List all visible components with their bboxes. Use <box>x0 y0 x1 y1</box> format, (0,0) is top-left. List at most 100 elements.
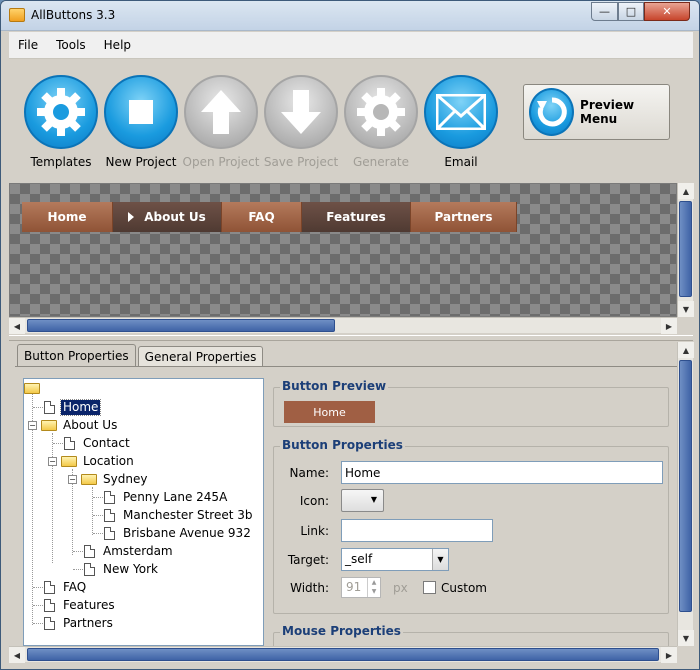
toolbar: Templates New Project Open Project Save … <box>9 60 693 182</box>
file-icon <box>44 580 55 594</box>
tree-node-manchester-street[interactable]: Manchester Street 3b <box>104 506 255 524</box>
scroll-left-arrow[interactable]: ◀ <box>9 647 25 663</box>
tab-general-properties[interactable]: General Properties <box>137 346 264 366</box>
tree-node-root[interactable] <box>24 379 44 397</box>
file-icon <box>84 544 95 558</box>
save-project-button[interactable]: Save Project <box>261 75 341 169</box>
menu-bar: File Tools Help <box>9 32 693 59</box>
tree-node-amsterdam[interactable]: Amsterdam <box>84 542 175 560</box>
app-icon <box>9 8 25 22</box>
collapse-toggle[interactable]: − <box>48 456 57 466</box>
properties-vertical-scrollbar[interactable]: ▲ ▼ <box>677 342 694 646</box>
minimize-button[interactable]: — <box>591 2 618 21</box>
preview-menu-about-us[interactable]: About Us <box>113 202 222 232</box>
tree-node-label: Contact <box>83 435 130 450</box>
tree-node-label: Features <box>63 597 115 612</box>
tree-node-label: New York <box>103 561 158 576</box>
preview-menu-features[interactable]: Features <box>302 202 411 232</box>
preview-menu-button[interactable]: Preview Menu <box>523 84 670 140</box>
scroll-right-arrow[interactable]: ▶ <box>661 318 677 334</box>
button-preview-swatch: Home <box>284 401 375 423</box>
tree-node-home[interactable]: Home <box>44 398 102 416</box>
properties-horizontal-scrollbar[interactable]: ◀ ▶ <box>9 646 677 663</box>
gear-icon <box>344 75 418 149</box>
maximize-button[interactable]: □ <box>618 2 644 21</box>
file-icon <box>104 508 115 522</box>
scroll-thumb[interactable] <box>679 360 692 612</box>
collapse-toggle[interactable]: − <box>28 420 37 430</box>
width-unit: px <box>393 581 408 595</box>
menu-file[interactable]: File <box>9 38 47 52</box>
button-preview-title: Button Preview <box>280 379 389 393</box>
title-bar: AllButtons 3.3 — □ ✕ <box>1 1 699 31</box>
window-title: AllButtons 3.3 <box>31 8 116 22</box>
refresh-icon <box>529 88 575 136</box>
tree-node-location[interactable]: − Location <box>48 452 136 470</box>
menu-help[interactable]: Help <box>95 38 140 52</box>
preview-menu-faq-label: FAQ <box>248 210 275 224</box>
arrow-up-icon <box>184 75 258 149</box>
new-project-label: New Project <box>105 155 177 169</box>
tree-node-faq[interactable]: FAQ <box>44 578 88 596</box>
tree-node-new-york[interactable]: New York <box>84 560 160 578</box>
scroll-down-arrow[interactable]: ▼ <box>678 301 694 317</box>
scroll-thumb[interactable] <box>679 201 692 297</box>
tree-line <box>93 497 103 498</box>
close-button[interactable]: ✕ <box>644 2 690 21</box>
name-input[interactable] <box>341 461 663 484</box>
link-label: Link: <box>300 524 329 538</box>
scroll-thumb[interactable] <box>27 319 335 332</box>
stepper-arrows-icon: ▲ ▼ <box>367 578 380 597</box>
scroll-down-arrow[interactable]: ▼ <box>678 630 694 646</box>
app-window: AllButtons 3.3 — □ ✕ File Tools Help Tem… <box>0 0 700 670</box>
preview-menu-home[interactable]: Home <box>22 202 113 232</box>
tree-node-about-us[interactable]: − About Us <box>28 416 119 434</box>
pane-splitter[interactable] <box>9 335 693 341</box>
custom-checkbox[interactable] <box>423 581 436 594</box>
preview-menu-features-label: Features <box>326 210 386 224</box>
preview-menu-partners-label: Partners <box>434 210 493 224</box>
templates-button[interactable]: Templates <box>21 75 101 169</box>
file-icon <box>84 562 95 576</box>
scroll-up-arrow[interactable]: ▲ <box>678 342 694 358</box>
scroll-left-arrow[interactable]: ◀ <box>9 318 25 334</box>
gear-icon <box>24 75 98 149</box>
email-button[interactable]: Email <box>421 75 501 169</box>
icon-dropdown[interactable]: ▼ <box>341 489 384 512</box>
preview-menu-faq[interactable]: FAQ <box>222 202 302 232</box>
target-select[interactable]: _self ▼ <box>341 548 449 571</box>
icon-label: Icon: <box>299 494 329 508</box>
tree-node-brisbane-avenue[interactable]: Brisbane Avenue 932 <box>104 524 253 542</box>
tree-node-features[interactable]: Features <box>44 596 117 614</box>
collapse-toggle[interactable]: − <box>68 474 77 484</box>
tree-node-sydney[interactable]: − Sydney <box>68 470 149 488</box>
generate-button[interactable]: Generate <box>341 75 421 169</box>
canvas-vertical-scrollbar[interactable]: ▲ ▼ <box>677 183 694 317</box>
button-properties-title: Button Properties <box>280 438 405 452</box>
scroll-up-arrow[interactable]: ▲ <box>678 183 694 199</box>
tree-node-label: Home <box>59 398 102 416</box>
tree-node-label: Penny Lane 245A <box>123 489 228 504</box>
preview-menu-about-us-label: About Us <box>144 210 206 224</box>
button-tree: Home − About Us Contact − Location − Sydney… <box>23 378 264 646</box>
scroll-right-arrow[interactable]: ▶ <box>661 647 677 663</box>
tree-line <box>33 605 43 606</box>
properties-tabs: Button Properties General Properties <box>17 344 265 366</box>
tree-node-contact[interactable]: Contact <box>64 434 132 452</box>
open-project-label: Open Project <box>182 155 260 169</box>
canvas-horizontal-scrollbar[interactable]: ◀ ▶ <box>9 317 677 334</box>
width-stepper[interactable]: 91 ▲ ▼ <box>341 577 381 598</box>
chevron-down-icon: ▼ <box>432 549 448 570</box>
tree-node-partners[interactable]: Partners <box>44 614 115 632</box>
file-icon <box>104 526 115 540</box>
open-project-button[interactable]: Open Project <box>181 75 261 169</box>
tree-node-penny-lane[interactable]: Penny Lane 245A <box>104 488 229 506</box>
preview-menu-partners[interactable]: Partners <box>411 202 517 232</box>
tree-line <box>33 587 43 588</box>
new-project-button[interactable]: New Project <box>101 75 181 169</box>
scroll-thumb[interactable] <box>27 648 659 661</box>
menu-tools[interactable]: Tools <box>47 38 95 52</box>
link-input[interactable] <box>341 519 493 542</box>
tab-button-properties[interactable]: Button Properties <box>17 344 136 366</box>
target-value: _self <box>345 552 373 566</box>
